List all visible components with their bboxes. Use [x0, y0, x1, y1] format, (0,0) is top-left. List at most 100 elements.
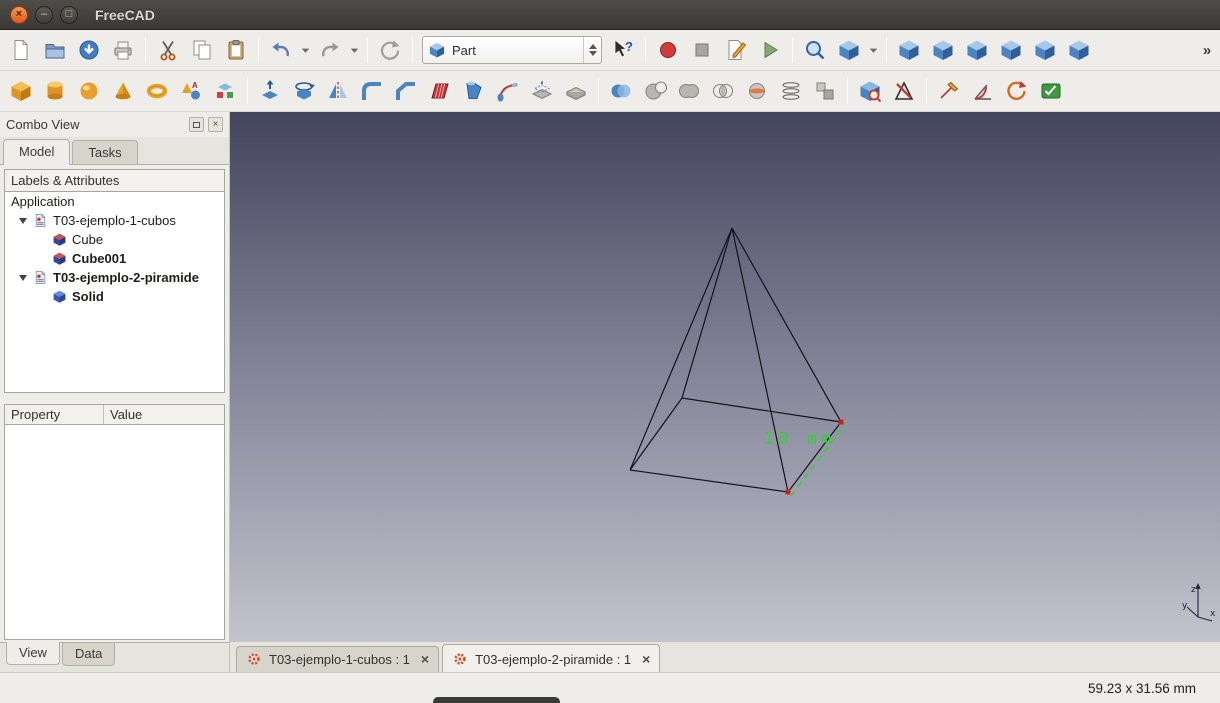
panel-close-button[interactable]: × — [208, 117, 223, 132]
part-offset-button[interactable] — [525, 76, 559, 106]
part-box-button[interactable] — [4, 76, 38, 106]
part-ruled-surface-button[interactable] — [423, 76, 457, 106]
view-front-button[interactable] — [926, 35, 960, 65]
part-measure-toggle-button[interactable] — [1034, 76, 1068, 106]
svg-text:A: A — [192, 81, 198, 90]
axonometric-view-button[interactable] — [832, 35, 866, 65]
refresh-button[interactable] — [373, 35, 407, 65]
part-cross-sections-button[interactable] — [774, 76, 808, 106]
part-measure-linear-button[interactable] — [932, 76, 966, 106]
macro-record-button[interactable] — [651, 35, 685, 65]
paste-button[interactable] — [219, 35, 253, 65]
window-close-button[interactable]: × — [10, 5, 28, 24]
part-extrude-button[interactable] — [253, 76, 287, 106]
vertex-marker[interactable] — [785, 489, 791, 495]
model-tree[interactable]: Application T03-ejemplo-1-cubos Cube Cube00… — [4, 192, 225, 393]
axonometric-dropdown[interactable] — [866, 35, 881, 65]
macro-stop-button[interactable] — [685, 35, 719, 65]
document-tab[interactable]: T03-ejemplo-1-cubos : 1 × — [236, 646, 440, 672]
part-common-button[interactable] — [706, 76, 740, 106]
window-minimize-button[interactable]: – — [35, 5, 53, 24]
tab-close-button[interactable]: × — [421, 652, 429, 666]
document-tab[interactable]: T03-ejemplo-2-piramide : 1 × — [442, 644, 661, 672]
part-thickness-button[interactable] — [559, 76, 593, 106]
view-right-button[interactable] — [994, 35, 1028, 65]
property-view-tabs: View Data — [0, 642, 229, 672]
tab-tasks[interactable]: Tasks — [72, 140, 138, 164]
part-fillet-button[interactable] — [355, 76, 389, 106]
toolbar-extend-button[interactable]: » — [1198, 35, 1216, 65]
tree-item-label: Cube001 — [72, 251, 127, 266]
tree-item[interactable]: T03-ejemplo-2-piramide — [5, 268, 224, 287]
macro-execute-button[interactable] — [753, 35, 787, 65]
print-button[interactable] — [106, 35, 140, 65]
panel-splitter[interactable] — [0, 393, 229, 404]
part-compound-button[interactable] — [808, 76, 842, 106]
view-isometric-button[interactable] — [892, 35, 926, 65]
tree-expander-icon[interactable] — [19, 217, 27, 224]
part-sweep-button[interactable] — [491, 76, 525, 106]
freecad-document-icon — [246, 651, 262, 667]
tab-data[interactable]: Data — [61, 643, 116, 666]
tree-item[interactable]: Solid — [5, 287, 224, 306]
undo-button[interactable] — [264, 35, 298, 65]
save-button[interactable] — [72, 35, 106, 65]
freecad-document-icon — [452, 651, 468, 667]
vertex-marker[interactable] — [838, 419, 844, 425]
titlebar[interactable]: × – □ FreeCAD — [0, 0, 1220, 30]
combo-spinner-icon[interactable] — [583, 37, 601, 63]
new-document-button[interactable] — [4, 35, 38, 65]
part-cone-button[interactable] — [106, 76, 140, 106]
tree-item[interactable]: Application — [5, 192, 224, 211]
window-maximize-button[interactable]: □ — [60, 5, 78, 24]
tree-item[interactable]: T03-ejemplo-1-cubos — [5, 211, 224, 230]
part-primitives-button[interactable]: A — [174, 76, 208, 106]
part-cylinder-button[interactable] — [38, 76, 72, 106]
part-measure-angular-button[interactable] — [966, 76, 1000, 106]
3d-viewport[interactable]: 10 mm z y x — [230, 112, 1220, 641]
view-top-button[interactable] — [960, 35, 994, 65]
part-boolean-button[interactable] — [604, 76, 638, 106]
part-section-button[interactable] — [740, 76, 774, 106]
part-shape-builder-button[interactable] — [208, 76, 242, 106]
view-bottom-button[interactable] — [1062, 35, 1096, 65]
workbench-selector[interactable]: Part — [422, 36, 602, 64]
copy-button[interactable] — [185, 35, 219, 65]
part-defeaturing-button[interactable] — [887, 76, 921, 106]
part-union-button[interactable] — [672, 76, 706, 106]
part-cut-button[interactable] — [638, 76, 672, 106]
cut-button[interactable] — [151, 35, 185, 65]
tree-item[interactable]: Cube — [5, 230, 224, 249]
fit-all-button[interactable] — [798, 35, 832, 65]
labels-attributes-header: Labels & Attributes — [4, 169, 225, 192]
value-column-header[interactable]: Value — [104, 405, 148, 424]
whats-this-button[interactable]: ? — [606, 35, 640, 65]
part-torus-button[interactable] — [140, 76, 174, 106]
toolbar-separator — [367, 37, 368, 63]
part-sphere-button[interactable] — [72, 76, 106, 106]
view-rear-button[interactable] — [1028, 35, 1062, 65]
toolbar-separator — [926, 78, 927, 104]
panel-float-button[interactable] — [189, 117, 204, 132]
part-measure-refresh-button[interactable] — [1000, 76, 1034, 106]
redo-button[interactable] — [313, 35, 347, 65]
tree-expander-icon[interactable] — [19, 274, 27, 281]
part-loft-button[interactable] — [457, 76, 491, 106]
macro-edit-button[interactable] — [719, 35, 753, 65]
cube-red-icon — [52, 251, 67, 266]
part-mirror-button[interactable] — [321, 76, 355, 106]
pyramid-wireframe — [629, 227, 847, 497]
part-check-geometry-button[interactable] — [853, 76, 887, 106]
tree-item-label: Application — [11, 194, 75, 209]
tab-view[interactable]: View — [6, 642, 60, 665]
tab-close-button[interactable]: × — [642, 652, 650, 666]
open-document-button[interactable] — [38, 35, 72, 65]
property-column-header[interactable]: Property — [5, 405, 104, 424]
tree-item[interactable]: Cube001 — [5, 249, 224, 268]
redo-history-dropdown[interactable] — [347, 35, 362, 65]
tab-model[interactable]: Model — [3, 139, 71, 165]
property-editor[interactable] — [4, 425, 225, 640]
undo-history-dropdown[interactable] — [298, 35, 313, 65]
part-chamfer-button[interactable] — [389, 76, 423, 106]
part-revolve-button[interactable] — [287, 76, 321, 106]
